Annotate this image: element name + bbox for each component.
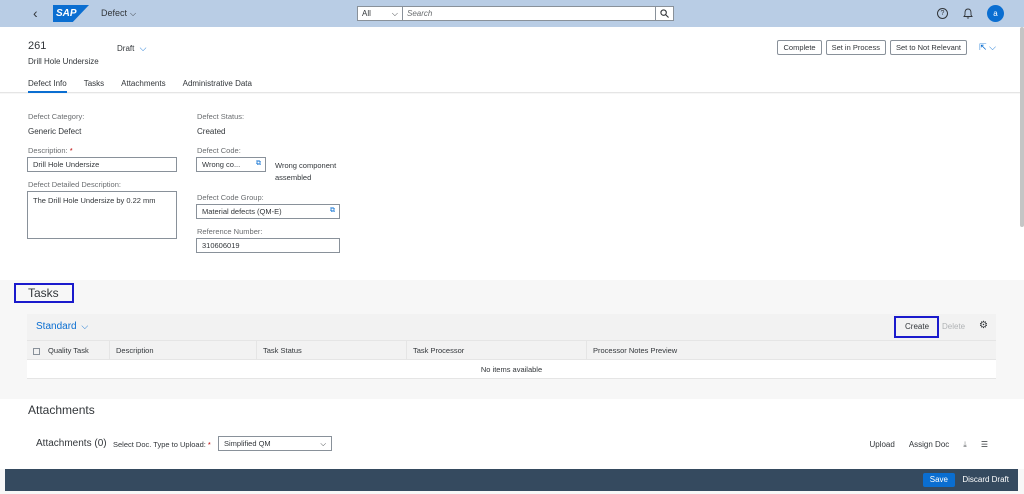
app-title: Defect <box>101 8 128 18</box>
shell-bar: ‹ SAP Defect ⌵ All ⌵ Search ? a <box>0 0 1024 27</box>
value-help-icon[interactable]: ⧉ <box>256 160 261 168</box>
tasks-title: Tasks <box>28 286 59 300</box>
detailed-description-label: Defect Detailed Description: <box>28 180 121 189</box>
description-label-text: Description: <box>28 146 68 155</box>
upload-button[interactable]: Upload <box>869 440 894 450</box>
search-bar: All ⌵ Search <box>357 6 674 21</box>
tasks-toolbar: Standard ⌵ Create Delete ⚙ <box>27 314 996 340</box>
back-button[interactable]: ‹ <box>33 5 38 21</box>
complete-button[interactable]: Complete <box>777 40 822 55</box>
column-task-processor[interactable]: Task Processor <box>407 341 587 359</box>
attachments-actions: Upload Assign Doc ⤓ ☰ <box>869 440 988 450</box>
select-all-checkbox[interactable] <box>33 347 40 355</box>
sap-logo[interactable]: SAP <box>53 5 89 22</box>
column-description[interactable]: Description <box>110 341 257 359</box>
object-header: 261 Drill Hole Undersize Draft ⌵ Complet… <box>0 27 1024 93</box>
tab-tasks[interactable]: Tasks <box>84 79 104 93</box>
draft-status: Draft <box>117 44 135 53</box>
set-not-relevant-button[interactable]: Set to Not Relevant <box>889 40 967 55</box>
detailed-description-textarea[interactable]: The Drill Hole Undersize by 0.22 mm <box>27 191 177 239</box>
save-button[interactable]: Save <box>922 473 955 487</box>
doc-type-label: Select Doc. Type to Upload: * <box>113 440 211 449</box>
share-icon[interactable]: ⇱ ⌵ <box>979 42 996 53</box>
value-help-icon[interactable]: ⧉ <box>330 207 335 215</box>
tab-defect-info[interactable]: Defect Info <box>28 79 67 93</box>
variant-value: Standard <box>36 321 77 332</box>
draft-status-menu[interactable]: Draft ⌵ <box>117 43 146 54</box>
search-button[interactable] <box>656 6 674 21</box>
search-icon <box>660 9 669 18</box>
set-in-process-button[interactable]: Set in Process <box>825 40 886 55</box>
footer-bar: Save Discard Draft <box>5 469 1018 491</box>
header-actions: Complete Set in Process Set to Not Relev… <box>777 40 967 55</box>
scrollbar[interactable] <box>1020 27 1024 227</box>
attachments-toolbar: Attachments (0) Select Doc. Type to Uplo… <box>27 433 996 457</box>
chevron-down-icon: ⌵ <box>320 439 326 448</box>
column-quality-task[interactable]: Quality Task <box>27 341 110 359</box>
chevron-down-icon: ⌵ <box>81 321 89 331</box>
discard-draft-button[interactable]: Discard Draft <box>962 475 1009 484</box>
gear-icon[interactable]: ⚙ <box>979 320 988 331</box>
search-scope-select[interactable]: All ⌵ <box>357 6 403 21</box>
download-icon[interactable]: ⤓ <box>963 440 967 450</box>
doc-type-select[interactable]: Simplified QM ⌵ <box>218 436 332 451</box>
filter-icon[interactable]: ☰ <box>981 440 988 450</box>
reference-label: Reference Number: <box>197 227 263 236</box>
attachments-count-title: Attachments (0) <box>36 438 107 449</box>
required-marker: * <box>205 440 211 449</box>
attachments-section: Attachments Attachments (0) Select Doc. … <box>0 399 1024 469</box>
column-label: Quality Task <box>48 346 89 355</box>
description-label: Description: * <box>28 146 73 155</box>
reference-input[interactable]: 310606019 <box>196 238 340 253</box>
search-input[interactable]: Search <box>403 6 656 21</box>
tab-administrative-data[interactable]: Administrative Data <box>183 79 252 93</box>
column-processor-notes[interactable]: Processor Notes Preview <box>587 341 996 359</box>
chevron-down-icon: ⌵ <box>391 9 398 18</box>
delete-button[interactable]: Delete <box>942 322 965 331</box>
code-group-value: Material defects (QM-E) <box>202 207 282 216</box>
bell-icon[interactable] <box>962 8 973 19</box>
code-value: Wrong co... <box>202 160 241 169</box>
no-items-text: No items available <box>27 360 996 379</box>
description-input[interactable]: Drill Hole Undersize <box>27 157 177 172</box>
chevron-down-icon: ⌵ <box>139 43 147 53</box>
app-title-menu[interactable]: Defect ⌵ <box>101 8 136 19</box>
object-subtitle: Drill Hole Undersize <box>28 57 99 66</box>
chevron-down-icon: ⌵ <box>130 9 137 18</box>
variant-select[interactable]: Standard ⌵ <box>36 321 88 332</box>
required-marker: * <box>67 146 73 155</box>
code-group-label: Defect Code Group: <box>197 193 264 202</box>
attachments-title: Attachments <box>28 403 95 417</box>
tasks-section: Tasks Standard ⌵ Create Delete ⚙ Quality… <box>0 281 1024 398</box>
defect-info-section: Defect Category: Generic Defect Descript… <box>0 94 1024 280</box>
shell-icons: ? a <box>937 5 1004 22</box>
create-button[interactable]: Create <box>905 322 929 331</box>
assign-doc-button[interactable]: Assign Doc <box>909 440 949 450</box>
code-group-input[interactable]: Material defects (QM-E) ⧉ <box>196 204 340 219</box>
column-task-status[interactable]: Task Status <box>257 341 407 359</box>
status-label: Defect Status: <box>197 112 245 121</box>
code-label: Defect Code: <box>197 146 241 155</box>
code-description: Wrong component assembled <box>275 161 337 182</box>
tab-attachments[interactable]: Attachments <box>121 79 165 93</box>
code-input[interactable]: Wrong co... ⧉ <box>196 157 266 172</box>
tasks-table-header: Quality Task Description Task Status Tas… <box>27 340 996 360</box>
category-value: Generic Defect <box>28 127 82 136</box>
avatar[interactable]: a <box>987 5 1004 22</box>
status-value: Created <box>197 127 226 136</box>
doc-type-value: Simplified QM <box>224 439 271 448</box>
tab-bar: Defect Info Tasks Attachments Administra… <box>28 79 252 93</box>
category-label: Defect Category: <box>28 112 85 121</box>
search-scope-value: All <box>362 9 371 18</box>
help-icon[interactable]: ? <box>937 8 948 19</box>
object-id: 261 <box>28 40 47 52</box>
doc-type-label-text: Select Doc. Type to Upload: <box>113 440 206 449</box>
